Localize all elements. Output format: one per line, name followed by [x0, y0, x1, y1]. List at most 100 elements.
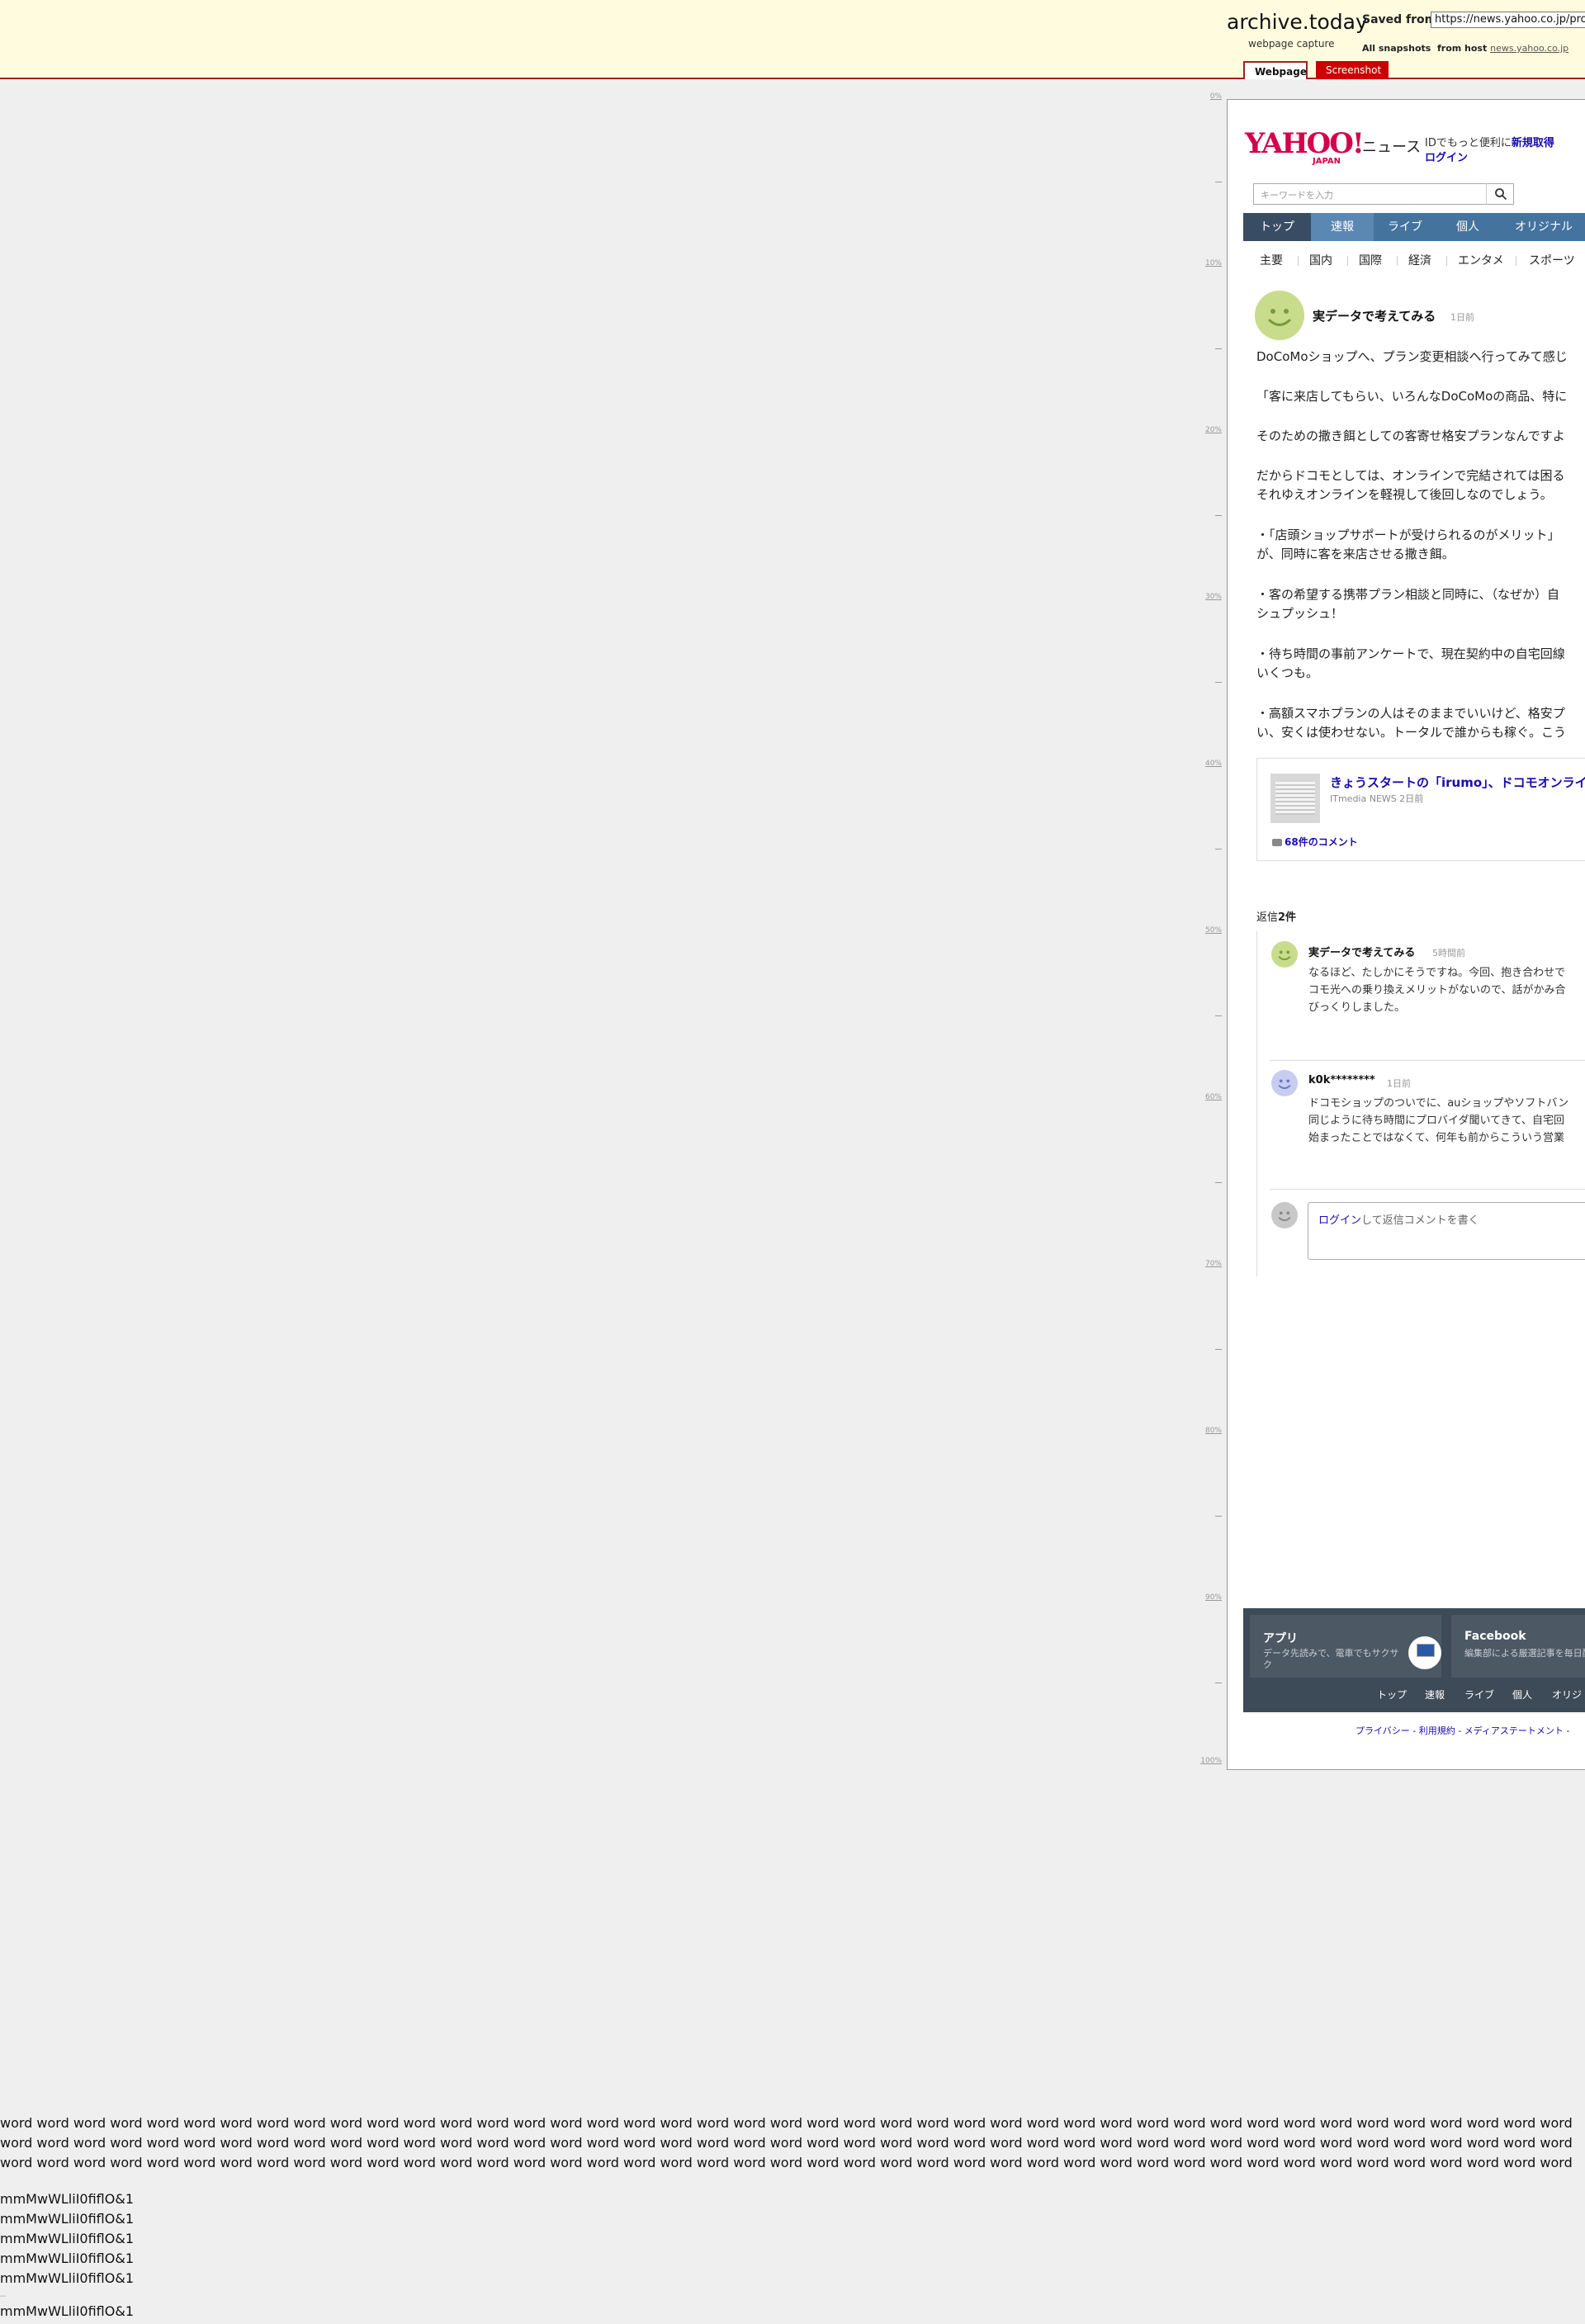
test-glyph-line: mmMwWLliI0fiflO&1	[0, 2211, 134, 2227]
ruler-label[interactable]: 80%	[1205, 1427, 1222, 1435]
avatar[interactable]	[1271, 1070, 1298, 1096]
comment-line: そのための撒き餌としての客寄せ格安プランなんですよ	[1256, 428, 1565, 443]
category-sports[interactable]: スポーツ	[1529, 249, 1575, 272]
reply-login-link[interactable]: ログイン	[1318, 1214, 1361, 1227]
category-separator	[1298, 256, 1299, 266]
host-link[interactable]: news.yahoo.co.jp	[1490, 43, 1568, 54]
article-comments-link[interactable]: 68件のコメント	[1272, 835, 1358, 849]
comment-line: ・客の希望する携帯プラン相談と同時に、（なぜか）自	[1256, 587, 1560, 602]
nav-item-top[interactable]: トップ	[1243, 213, 1311, 241]
test-glyph-line: mmMwWLliI0fiflO&1	[0, 2303, 134, 2319]
comment-author[interactable]: 実データで考えてみる	[1313, 307, 1436, 324]
test-glyph-line: mmMwWLliI0fiflO&1	[0, 2270, 134, 2286]
search-input[interactable]: キーワードを入力	[1253, 183, 1514, 205]
comment-line: それゆえオンラインを軽視して後回しなのでしょう。	[1256, 487, 1553, 502]
footer-app-desc: データ先読みで、電車でもサクサク	[1263, 1648, 1399, 1670]
category-main[interactable]: 主要	[1260, 249, 1283, 272]
footer-app-promo[interactable]: アプリ データ先読みで、電車でもサクサク	[1250, 1615, 1441, 1678]
nav-item-sokuho[interactable]: 速報	[1311, 213, 1374, 241]
all-snapshots-line: All snapshots from host news.yahoo.co.jp	[1362, 43, 1568, 54]
article-title[interactable]: きょうスタートの「irumo」、ドコモオンライ	[1330, 774, 1585, 791]
avatar[interactable]	[1255, 291, 1304, 340]
smiley-avatar-icon	[1255, 291, 1304, 340]
ruler-tick	[1215, 849, 1222, 850]
footer-app-title: アプリ	[1263, 1632, 1298, 1645]
reply-line: 始まったことではなくて、何年も前からこういう営業	[1308, 1132, 1565, 1144]
footer-nav-live[interactable]: ライブ	[1464, 1687, 1494, 1702]
ruler-label[interactable]: 90%	[1205, 1593, 1222, 1602]
article-source: ITmedia NEWS 2日前	[1330, 793, 1424, 804]
ruler-label[interactable]: 100%	[1200, 1757, 1222, 1765]
category-separator	[1397, 256, 1398, 266]
ruler-label[interactable]: 40%	[1205, 760, 1222, 768]
login-link[interactable]: ログイン	[1425, 149, 1468, 164]
reply-line: びっくりしました。	[1308, 1001, 1406, 1014]
comment-line: ・高額スマホプランの人はそのままでいいけど、格安プ	[1256, 706, 1565, 721]
reply-line: 同じように待ち時間にプロバイダ聞いてきて、自宅回	[1308, 1115, 1565, 1127]
comment-line: が、同時に客を来店させる撒き餌。	[1256, 547, 1455, 561]
test-word-paragraph: word word word word word word word word …	[0, 2115, 1573, 2170]
comment-line: いくつも。	[1256, 665, 1319, 680]
id-promo: IDでもっと便利に新規取得	[1425, 134, 1554, 149]
nav-item-live[interactable]: ライブ	[1374, 213, 1436, 241]
all-snapshots-label[interactable]: All snapshots	[1362, 43, 1431, 54]
footer-facebook-title: Facebook	[1464, 1630, 1526, 1643]
test-dash-line: --	[0, 2292, 7, 2301]
category-economy[interactable]: 経済	[1408, 249, 1431, 272]
test-glyph-line: mmMwWLliI0fiflO&1	[0, 2251, 134, 2266]
reply-line: コモ光への乗り換えメリットがないので、話がかみ合	[1308, 984, 1566, 996]
footer-facebook-promo[interactable]: Facebook 編集部による厳選記事を毎日配信	[1451, 1615, 1585, 1678]
tab-webpage[interactable]: Webpage	[1243, 61, 1308, 79]
ruler-tick	[1215, 1182, 1222, 1183]
from-host-label: from host	[1436, 43, 1488, 54]
page-footer: アプリ データ先読みで、電車でもサクサク Facebook 編集部による厳選記事…	[1243, 1608, 1585, 1712]
comment-line: ・「店頭ショップサポートが受けられるのがメリット」	[1256, 528, 1560, 542]
saved-url-field[interactable]: https://news.yahoo.co.jp/profile/comment…	[1431, 12, 1585, 28]
ruler-label[interactable]: 50%	[1205, 926, 1222, 935]
category-entertainment[interactable]: エンタメ	[1458, 249, 1504, 272]
reply-divider	[1270, 1189, 1585, 1190]
reply-comment-input[interactable]: ログインして返信コメントを書く	[1308, 1202, 1585, 1260]
footer-nav-sokuho[interactable]: 速報	[1425, 1687, 1445, 1702]
category-separator	[1347, 256, 1348, 266]
archive-header: archive.today webpage capture Saved from…	[0, 0, 1585, 79]
reply-line: なるほど、たしかにそうですね。今回、抱き合わせで	[1308, 967, 1566, 979]
category-international[interactable]: 国際	[1359, 249, 1382, 272]
id-promo-text: IDでもっと便利に	[1425, 137, 1512, 149]
test-glyph-line: mmMwWLliI0fiflO&1	[0, 2231, 134, 2246]
avatar[interactable]	[1271, 941, 1298, 968]
yahoo-logo[interactable]: YAHOO! JAPAN	[1245, 127, 1365, 168]
article-card[interactable]: きょうスタートの「irumo」、ドコモオンライ ITmedia NEWS 2日前…	[1256, 758, 1585, 861]
tab-screenshot[interactable]: Screenshot	[1316, 61, 1389, 79]
comment-line: ・待ち時間の事前アンケートで、現在契約中の自宅回線	[1256, 646, 1565, 661]
archive-logo[interactable]: archive.today	[1227, 10, 1368, 34]
ruler-tick	[1215, 515, 1222, 516]
ruler-label[interactable]: 60%	[1205, 1093, 1222, 1101]
ruler-label[interactable]: 0%	[1210, 92, 1222, 101]
reply-input-placeholder: して返信コメントを書く	[1361, 1214, 1479, 1227]
search-button[interactable]	[1486, 183, 1514, 205]
ruler-label[interactable]: 10%	[1205, 259, 1222, 267]
ruler-label[interactable]: 20%	[1205, 426, 1222, 434]
footer-nav-kojin[interactable]: 個人	[1512, 1687, 1532, 1702]
footer-nav-top[interactable]: トップ	[1377, 1687, 1407, 1702]
ruler-label[interactable]: 30%	[1205, 593, 1222, 601]
article-thumbnail[interactable]	[1270, 774, 1320, 823]
footer-legal-links[interactable]: プライバシー - 利用規約 - メディアステートメント -	[1356, 1724, 1569, 1737]
reply-divider	[1270, 1060, 1585, 1061]
archive-subtitle: webpage capture	[1248, 38, 1335, 50]
service-name[interactable]: ニュース	[1362, 135, 1421, 157]
nav-item-original[interactable]: オリジナル	[1499, 213, 1585, 241]
footer-nav-original[interactable]: オリジ	[1552, 1687, 1582, 1702]
comment-line: 「客に来店してもらい、いろんなDoCoMoの商品、特に	[1256, 389, 1568, 404]
smiley-avatar-icon	[1271, 941, 1298, 968]
yahoo-logo-text: YAHOO!	[1245, 127, 1365, 160]
reply-author[interactable]: 実データで考えてみる	[1308, 944, 1415, 959]
signup-link[interactable]: 新規取得	[1512, 137, 1554, 149]
main-nav: トップ 速報 ライブ 個人 オリジナル	[1243, 213, 1585, 241]
ruler-tick	[1215, 348, 1222, 349]
ruler-label[interactable]: 70%	[1205, 1260, 1222, 1268]
reply-author[interactable]: k0k********	[1308, 1074, 1375, 1086]
category-domestic[interactable]: 国内	[1309, 249, 1332, 272]
nav-item-kojin[interactable]: 個人	[1436, 213, 1499, 241]
